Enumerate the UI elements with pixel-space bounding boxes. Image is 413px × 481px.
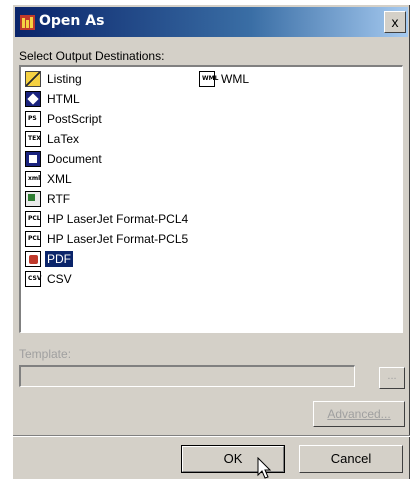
- document-icon: [25, 151, 41, 167]
- dialog-title: Open As: [39, 13, 105, 29]
- ok-label: OK: [223, 451, 243, 466]
- close-icon: x: [391, 14, 399, 30]
- mouse-cursor-icon: [257, 457, 272, 479]
- title-bar[interactable]: Open As x: [15, 7, 408, 37]
- pcl-icon: PCL: [25, 231, 41, 247]
- list-item-xml[interactable]: xml XML: [25, 169, 74, 189]
- template-field[interactable]: [19, 365, 355, 387]
- screen: Open As x Select Output Destinations: Li…: [0, 0, 413, 479]
- latex-icon: TEX: [25, 131, 41, 147]
- app-icon: [20, 15, 35, 30]
- list-item-csv[interactable]: CSV CSV: [25, 269, 74, 289]
- list-item-listing[interactable]: Listing: [25, 69, 84, 89]
- list-item-rtf[interactable]: RTF: [25, 189, 72, 209]
- cancel-button[interactable]: Cancel: [299, 445, 403, 473]
- csv-icon: CSV: [25, 271, 41, 287]
- rtf-icon: [25, 191, 41, 207]
- list-item-postscript[interactable]: PS PostScript: [25, 109, 104, 129]
- list-item-pdf[interactable]: PDF: [25, 249, 73, 269]
- xml-icon: xml: [25, 171, 41, 187]
- list-item-wml[interactable]: WML WML: [199, 69, 251, 89]
- list-item-document[interactable]: Document: [25, 149, 104, 169]
- html-icon: [25, 91, 41, 107]
- list-item-latex[interactable]: TEX LaTex: [25, 129, 81, 149]
- open-as-dialog: Open As x Select Output Destinations: Li…: [12, 4, 410, 479]
- postscript-icon: PS: [25, 111, 41, 127]
- wml-icon: WML: [199, 71, 218, 87]
- list-item-pcl4[interactable]: PCL HP LaserJet Format-PCL4: [25, 209, 190, 229]
- close-button[interactable]: x: [384, 11, 406, 33]
- template-label: Template:: [19, 347, 72, 361]
- pdf-icon: [25, 251, 41, 267]
- pcl-icon: PCL: [25, 211, 41, 227]
- list-item-pcl5[interactable]: PCL HP LaserJet Format-PCL5: [25, 229, 190, 249]
- listing-icon: [25, 71, 41, 87]
- separator: [13, 435, 410, 437]
- output-destinations-list[interactable]: Listing HTML PS PostScript TEX LaTex Doc…: [19, 65, 403, 333]
- advanced-button[interactable]: Advanced...: [313, 401, 405, 427]
- browse-button[interactable]: ...: [379, 367, 405, 389]
- output-destinations-label: Select Output Destinations:: [19, 49, 165, 63]
- list-item-html[interactable]: HTML: [25, 89, 82, 109]
